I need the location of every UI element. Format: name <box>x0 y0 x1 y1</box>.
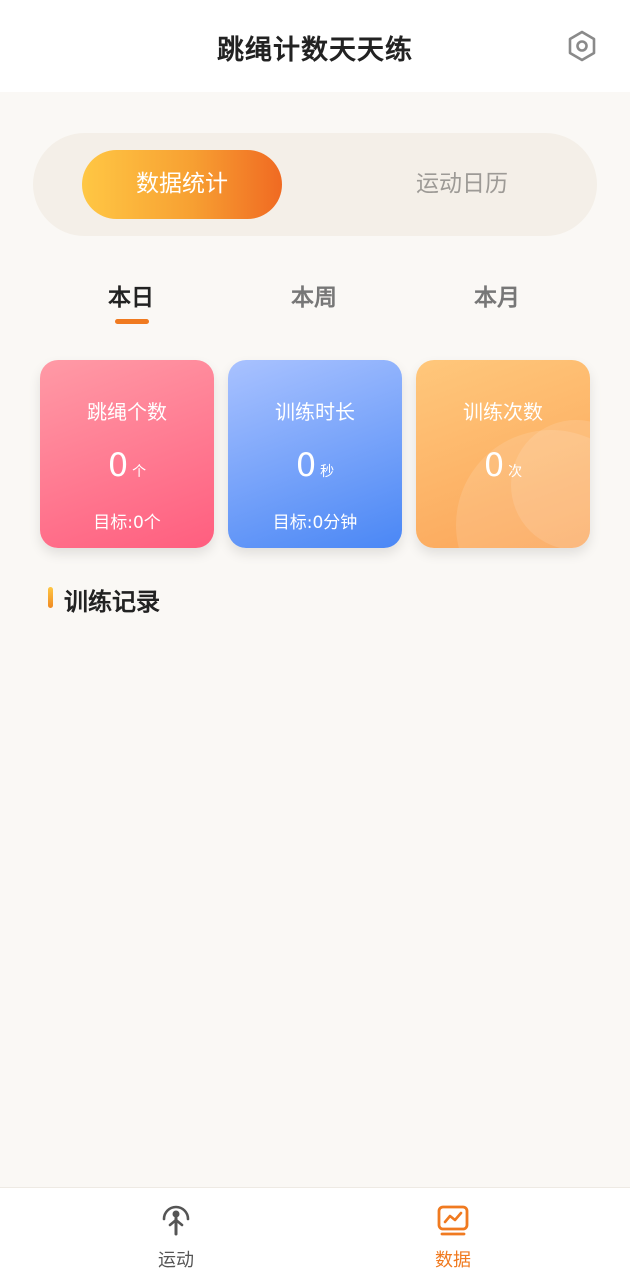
stat-value-unit: 次 <box>508 464 523 480</box>
tab-exercise-calendar[interactable]: 运动日历 <box>347 150 577 219</box>
tab-today-label: 本日 <box>108 285 154 311</box>
settings-icon[interactable] <box>566 30 598 62</box>
nav-label-exercise: 运动 <box>158 1250 194 1271</box>
nav-item-data[interactable]: 数据 <box>373 1188 533 1280</box>
stat-value-number: 0 <box>295 446 317 484</box>
stat-card-goal: 目标:0个 <box>93 513 161 533</box>
active-tab-indicator <box>115 319 149 324</box>
jump-rope-icon <box>162 1205 190 1236</box>
tab-this-month[interactable]: 本月 <box>437 278 557 312</box>
tab-this-week-label: 本周 <box>291 285 337 311</box>
top-bar: 跳绳计数天天练 <box>0 0 630 92</box>
stat-card-title: 训练次数 <box>463 400 543 424</box>
nav-item-exercise[interactable]: 运动 <box>96 1188 256 1280</box>
stat-value-number: 0 <box>107 446 129 484</box>
app-root: 跳绳计数天天练 数据统计 运动日历 本日 本周 本月 跳绳个数 0个 目标:0个… <box>0 0 630 1280</box>
stat-card-title: 跳绳个数 <box>87 400 167 424</box>
stat-card-training-sessions[interactable]: 训练次数 0次 <box>416 360 590 548</box>
nav-label-data: 数据 <box>435 1250 471 1271</box>
view-switcher: 数据统计 运动日历 <box>33 133 597 236</box>
stat-card-value: 0秒 <box>228 446 402 484</box>
tab-this-week[interactable]: 本周 <box>254 278 374 312</box>
section-accent-bar <box>48 587 53 608</box>
tab-data-statistics[interactable]: 数据统计 <box>82 150 282 219</box>
stat-card-value: 0次 <box>416 446 590 484</box>
stat-card-title: 训练时长 <box>275 400 355 424</box>
tab-today[interactable]: 本日 <box>71 278 191 324</box>
stat-value-unit: 秒 <box>320 464 335 480</box>
tab-this-month-label: 本月 <box>474 285 520 311</box>
stat-card-training-duration[interactable]: 训练时长 0秒 目标:0分钟 <box>228 360 402 548</box>
stat-value-number: 0 <box>483 446 505 484</box>
stat-value-unit: 个 <box>132 464 147 480</box>
page-title: 跳绳计数天天练 <box>217 35 413 66</box>
bottom-nav: 运动 数据 <box>0 1187 630 1280</box>
stat-card-goal: 目标:0分钟 <box>272 513 358 533</box>
section-title: 训练记录 <box>64 588 160 616</box>
period-tabs: 本日 本周 本月 <box>0 278 630 328</box>
stat-card-jump-count[interactable]: 跳绳个数 0个 目标:0个 <box>40 360 214 548</box>
chart-icon <box>437 1205 469 1236</box>
stat-card-value: 0个 <box>40 446 214 484</box>
